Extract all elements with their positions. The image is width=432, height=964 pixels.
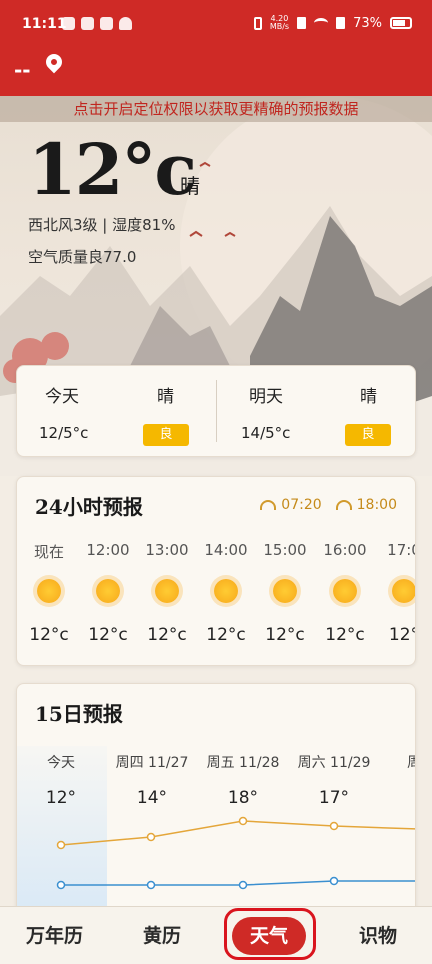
- no-signal-icon: [336, 17, 346, 29]
- sun-icon: [96, 579, 120, 603]
- sim-icon: [297, 17, 307, 29]
- high-temp-point: [56, 840, 66, 850]
- battery-percent: 73%: [353, 15, 382, 31]
- hour-time: 12:00: [86, 541, 130, 559]
- high-temp-line: [60, 820, 415, 846]
- tab-calendar[interactable]: 万年历: [26, 921, 83, 948]
- hour-temp: 12°c: [147, 625, 187, 645]
- sun-icon: [333, 579, 357, 603]
- hour-temp: 12°c: [206, 625, 246, 645]
- high-temp-point: [329, 821, 339, 831]
- tomorrow-condition: 晴: [360, 387, 377, 407]
- divider: [216, 380, 217, 442]
- battery-icon: [390, 17, 412, 29]
- sunrise: 07:20: [260, 497, 322, 513]
- today-range: 12/5°c: [39, 424, 89, 442]
- sunrise-icon: [260, 500, 277, 510]
- media-notification-icon: [81, 17, 94, 30]
- sunset: 18:00: [335, 497, 397, 513]
- bell-notification-icon: [119, 17, 132, 30]
- low-temp-point: [146, 880, 156, 890]
- tab-almanac[interactable]: 黄历: [143, 921, 181, 948]
- hourly-title: 24小时预报: [27, 491, 143, 520]
- hour-time: 14:00: [204, 541, 248, 559]
- hourly-forecast-card[interactable]: 24小时预报 07:20 18:00 现在 12°c 12:00 12°c 13…: [16, 476, 416, 666]
- sun-icon: [155, 579, 179, 603]
- sun-icon: [392, 579, 415, 603]
- app-notification-icon: [62, 17, 75, 30]
- bottom-tab-bar: 万年历 黄历 天气 识物: [0, 906, 432, 964]
- low-temp-point: [329, 876, 339, 886]
- today-label: 今天: [45, 387, 79, 407]
- sun-icon: [273, 579, 297, 603]
- sunset-time: 18:00: [356, 497, 397, 513]
- today-condition: 晴: [157, 387, 174, 407]
- daily-forecast-card[interactable]: 15日预报 今天 12° 周四 11/27 14° 周五 11/28 18° 周…: [16, 683, 416, 923]
- temperature-trend-chart: [56, 816, 415, 890]
- status-bar: 11:11 4.20 MB/s 73%: [0, 0, 432, 50]
- today-aqi-badge: 良: [143, 424, 189, 446]
- sun-icon: [214, 579, 238, 603]
- tomorrow-aqi-badge: 良: [345, 424, 391, 446]
- sunrise-time: 07:20: [281, 497, 322, 513]
- hour-time: 13:00: [145, 541, 189, 559]
- wifi-icon: [314, 18, 329, 28]
- network-speed: 4.20 MB/s: [270, 15, 289, 31]
- high-temp-point: [146, 832, 156, 842]
- tab-identify[interactable]: 识物: [359, 921, 397, 948]
- sun-times: 07:20 18:00: [260, 497, 397, 513]
- hour-time: 17:0: [387, 541, 415, 559]
- low-temp-point: [56, 880, 66, 890]
- status-right: 4.20 MB/s 73%: [253, 15, 412, 31]
- tomorrow-label: 明天: [249, 387, 283, 407]
- air-quality: 空气质量良77.0: [28, 248, 137, 266]
- mail-notification-icon: [100, 17, 113, 30]
- sunset-icon: [335, 500, 352, 510]
- network-speed-unit: MB/s: [269, 22, 290, 31]
- selection-highlight-ring: [224, 908, 316, 960]
- current-temperature: 12°c: [28, 128, 197, 211]
- vibrate-icon: [253, 16, 262, 30]
- app-header: --: [0, 50, 432, 96]
- low-temp-line: [61, 880, 415, 886]
- current-condition: 晴: [180, 174, 200, 198]
- hour-temp: 12°c: [29, 625, 69, 645]
- low-temp-point: [238, 880, 248, 890]
- hour-time: 15:00: [263, 541, 307, 559]
- hour-time: 16:00: [323, 541, 367, 559]
- notification-icons: [62, 17, 132, 30]
- tomorrow-range: 14/5°c: [241, 424, 291, 442]
- high-temp-point: [238, 816, 248, 826]
- location-name[interactable]: --: [14, 58, 31, 82]
- today-tomorrow-card[interactable]: 今天 晴 12/5°c 良 明天 晴 14/5°c 良: [16, 365, 416, 457]
- hour-temp: 12°c: [325, 625, 365, 645]
- wind-humidity: 西北风3级 | 湿度81%: [28, 216, 176, 234]
- hour-time: 现在: [33, 543, 64, 561]
- hour-temp: 12°: [388, 625, 415, 645]
- status-time: 11:11: [22, 16, 67, 32]
- hour-temp: 12°c: [265, 625, 305, 645]
- sun-icon: [37, 579, 61, 603]
- location-permission-banner[interactable]: 点击开启定位权限以获取更精确的预报数据: [0, 96, 432, 122]
- hour-temp: 12°c: [88, 625, 128, 645]
